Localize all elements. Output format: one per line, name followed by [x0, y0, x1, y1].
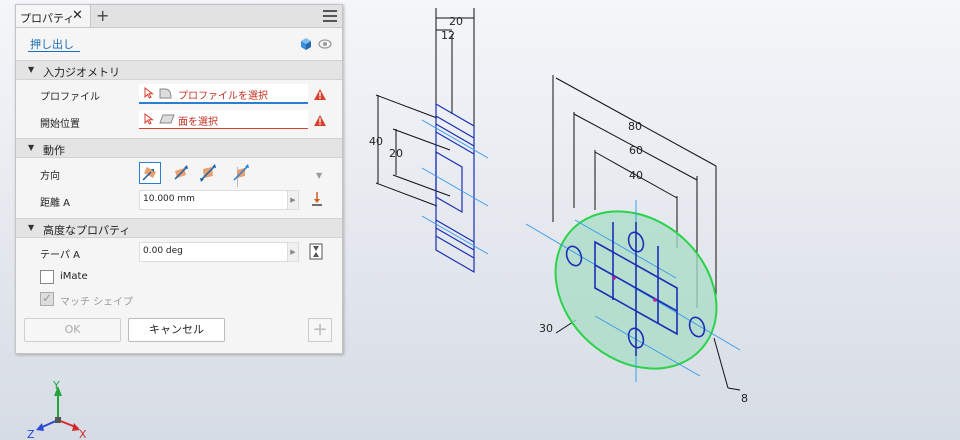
solid-cube-icon[interactable] [299, 37, 313, 51]
dim-label: 20 [449, 15, 463, 28]
direction-symmetric-button[interactable] [198, 163, 218, 183]
match-shape-label: マッチ シェイプ [60, 297, 134, 308]
start-face-selector[interactable]: 面を選択 [139, 110, 308, 129]
start-prompt: 面を選択 [178, 117, 218, 128]
section-advanced[interactable]: ▼ 高度なプロパティ [16, 218, 342, 238]
profile-selector[interactable]: プロファイルを選択 [139, 84, 308, 104]
direction-asymmetric-button[interactable] [231, 163, 251, 183]
panel-tab-bar: プロパティ ✕ + [16, 5, 342, 28]
profile-prompt: プロファイルを選択 [178, 91, 268, 102]
dim-label: 60 [629, 144, 643, 157]
tab-properties-label: プロパティ [20, 12, 75, 25]
dim-label: 30 [539, 322, 553, 335]
axis-y-label: Y [52, 379, 60, 392]
tab-close-icon[interactable]: ✕ [72, 8, 83, 23]
dim-label: 40 [629, 169, 643, 182]
distance-menu-arrow-icon[interactable]: ▶ [287, 190, 299, 210]
direction-symmetric-icon [200, 164, 216, 182]
section-title: 入力ジオメトリ [43, 66, 120, 79]
panel-menu-icon[interactable] [323, 10, 337, 22]
imate-checkbox[interactable] [40, 270, 54, 284]
command-header: 押し出し [16, 28, 342, 58]
direction-label: 方向 [40, 171, 60, 182]
section-behavior[interactable]: ▼ 動作 [16, 138, 342, 158]
preview-eye-icon[interactable] [318, 39, 332, 49]
face-shape-icon [159, 114, 175, 124]
dim-label: 20 [389, 147, 403, 160]
left-sketch-centerlines [421, 119, 489, 255]
left-sketch-profile [435, 102, 475, 274]
taper-menu-arrow-icon[interactable]: ▶ [287, 242, 299, 262]
taper-label: テーパ A [40, 250, 80, 261]
collapse-arrow-icon[interactable]: ▼ [28, 65, 34, 74]
sketch-point [612, 276, 616, 280]
section-input-geometry[interactable]: ▼ 入力ジオメトリ [16, 60, 342, 80]
axis-x-label: X [79, 428, 87, 440]
cancel-button[interactable]: キャンセル [128, 318, 225, 342]
axis-z-label: Z [27, 428, 35, 440]
match-shape-checkbox[interactable]: ✓ [40, 291, 54, 306]
direction-flipped-button[interactable] [171, 163, 191, 183]
tab-properties[interactable]: プロパティ ✕ [16, 5, 91, 27]
direction-dropdown-icon[interactable]: ▼ [316, 171, 322, 180]
profile-shape-icon [159, 88, 172, 99]
axis-triad-icon[interactable] [36, 386, 80, 431]
direction-default-button[interactable] [139, 162, 161, 184]
add-tab-icon[interactable]: + [96, 6, 109, 25]
properties-panel: プロパティ ✕ + 押し出し ▼ 入力ジオメトリ プロファイル プロファイルを選… [15, 4, 343, 354]
command-name: 押し出し [30, 38, 74, 51]
profile-label: プロファイル [40, 92, 100, 103]
direction-flipped-icon [174, 165, 188, 180]
section-title: 動作 [43, 144, 65, 157]
command-underline [28, 51, 80, 52]
direction-default-icon [142, 167, 156, 181]
left-sketch-dimensions [375, 8, 475, 207]
imate-label: iMate [60, 271, 88, 282]
direction-asymmetric-icon [233, 164, 249, 181]
collapse-arrow-icon[interactable]: ▼ [28, 143, 34, 152]
collapse-arrow-icon[interactable]: ▼ [28, 223, 34, 232]
taper-value: 0.00 deg [143, 246, 183, 256]
distance-label: 距離 A [40, 198, 71, 209]
warning-icon [314, 115, 326, 126]
dim-label: 40 [369, 135, 383, 148]
start-label: 開始位置 [40, 119, 80, 130]
dim-label: 12 [441, 29, 455, 42]
taper-input[interactable]: 0.00 deg [139, 242, 299, 262]
distance-value: 10.000 mm [143, 194, 195, 204]
dim-label: 8 [741, 392, 748, 405]
dim-label: 80 [628, 120, 642, 133]
sketch-point [653, 298, 657, 302]
select-cursor-icon [144, 113, 154, 125]
ok-button[interactable]: OK [24, 318, 121, 342]
distance-input[interactable]: 10.000 mm [139, 190, 299, 210]
section-title: 高度なプロパティ [43, 224, 131, 237]
checkmark-icon: ✓ [42, 291, 53, 305]
extent-distance-icon[interactable] [310, 191, 324, 207]
select-cursor-icon [144, 87, 154, 99]
taper-flip-icon[interactable] [309, 243, 323, 260]
apply-plus-button[interactable]: + [308, 318, 332, 342]
warning-icon [314, 89, 326, 100]
